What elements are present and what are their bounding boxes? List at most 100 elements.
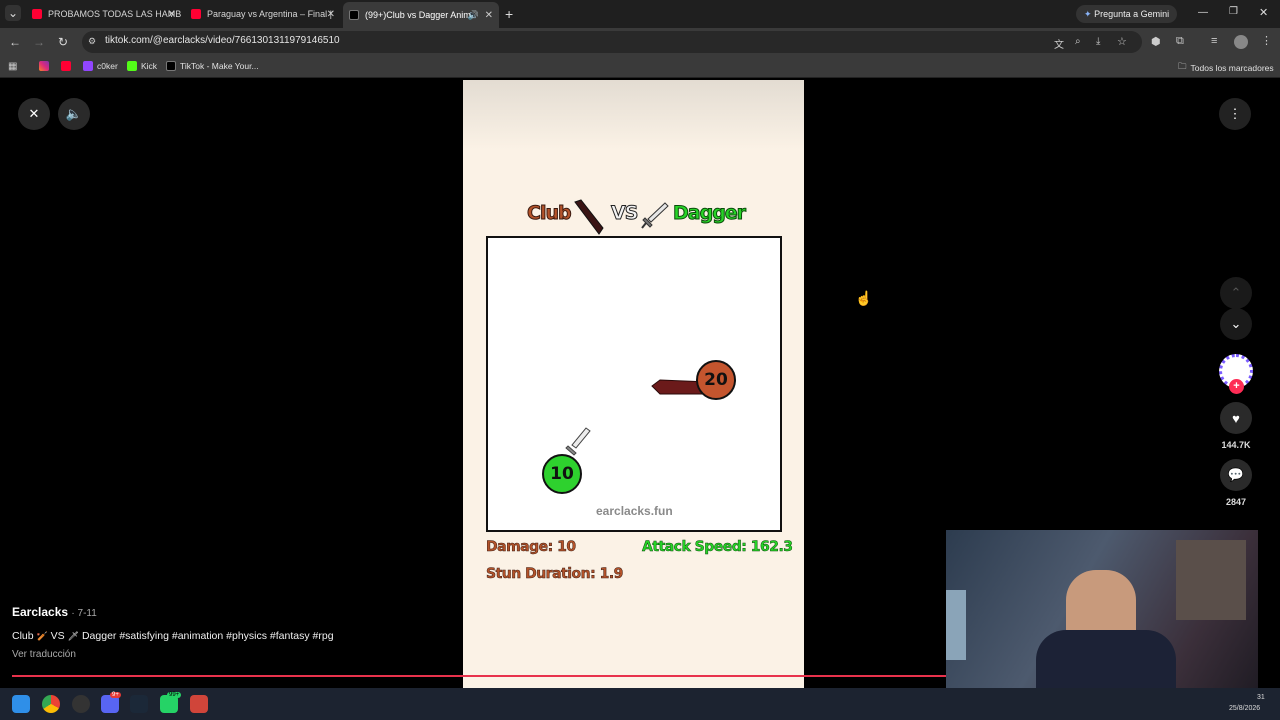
bookmark-youtube[interactable] <box>61 61 75 71</box>
bookmark-instagram[interactable] <box>39 61 53 71</box>
back-icon[interactable]: ← <box>7 34 23 50</box>
dagger-ball: 10 <box>542 454 582 494</box>
comment-icon: 💬 <box>1227 467 1245 482</box>
gemini-icon: ✦ <box>1084 9 1092 19</box>
bookmark-label: TikTok - Make Your... <box>180 61 259 71</box>
extension-icon[interactable]: ⬢ <box>1151 35 1161 48</box>
close-icon[interactable]: ✕ <box>168 9 176 20</box>
restore-button[interactable]: ❐ <box>1229 6 1238 17</box>
app-icon[interactable] <box>190 695 208 713</box>
close-icon[interactable]: ✕ <box>485 10 493 21</box>
club-emoji-icon: 🏏 <box>36 631 48 641</box>
caption-rest[interactable]: Dagger #satisfying #animation #physics #… <box>82 630 334 642</box>
hand-cursor-icon: ☝ <box>855 290 873 306</box>
previous-video-button[interactable]: ⌃ <box>1220 277 1252 309</box>
window-close-button[interactable]: ✕ <box>1259 6 1268 19</box>
post-caption: Club 🏏 VS 🗡 Dagger #satisfying #animatio… <box>12 630 334 642</box>
close-icon: ✕ <box>28 106 40 121</box>
chevron-down-icon: ⌄ <box>1230 316 1242 331</box>
club-ball: 20 <box>696 360 736 400</box>
url-text[interactable]: tiktok.com/@earclacks/video/766130131197… <box>105 35 340 46</box>
whatsapp-badge: 99+ <box>167 692 182 698</box>
dagger-weapon <box>565 427 591 456</box>
zoom-icon[interactable]: ⌕ <box>1075 36 1081 47</box>
chevron-up-icon: ⌃ <box>1230 285 1242 300</box>
reload-icon[interactable]: ↻ <box>55 34 71 50</box>
install-icon[interactable]: ⤓ <box>1096 36 1100 47</box>
dagger-title: Dagger <box>672 202 746 225</box>
folder-icon: 🗀 <box>1178 61 1187 71</box>
webcam-overlay <box>946 530 1258 706</box>
stun-duration-stat: Stun Duration: 1.9 <box>486 566 624 583</box>
tiktok-icon <box>166 61 176 71</box>
profile-avatar[interactable] <box>1234 35 1248 49</box>
menu-kebab-icon[interactable]: ⋮ <box>1261 34 1272 47</box>
bookmark-star-icon[interactable]: ☆ <box>1117 35 1127 48</box>
new-tab-button[interactable]: + <box>505 6 513 22</box>
volume-icon: 🔈 <box>65 106 83 121</box>
bookmark-tiktok[interactable]: TikTok - Make Your... <box>166 61 259 71</box>
tab-1[interactable]: PROBAMOS TODAS LAS HAMB ✕ <box>26 4 182 24</box>
author-name[interactable]: Earclacks <box>12 605 68 619</box>
follow-plus-icon[interactable]: + <box>1229 379 1244 394</box>
windows-start-icon[interactable] <box>12 695 30 713</box>
apps-grid-icon[interactable]: ▦ <box>8 61 17 72</box>
tab-3-active[interactable]: (99+)Club vs Dagger Anim 🔊 ✕ <box>343 2 499 28</box>
background-shelf <box>1176 540 1246 620</box>
close-icon[interactable]: ✕ <box>327 9 335 20</box>
bookmark-label: Kick <box>141 61 158 71</box>
speaker-icon[interactable]: 🔊 <box>468 10 479 21</box>
translate-icon[interactable]: 文 <box>1054 36 1064 51</box>
twitch-icon <box>83 61 93 71</box>
caption-vs: VS <box>50 630 65 642</box>
dagger-emoji-icon: 🗡 <box>67 631 80 641</box>
youtube-icon <box>191 9 201 19</box>
close-video-button[interactable]: ✕ <box>18 98 50 130</box>
comment-button[interactable]: 💬 <box>1220 459 1252 491</box>
club-weapon-icon <box>574 199 604 235</box>
more-options-button[interactable]: ⋮ <box>1219 98 1251 130</box>
youtube-icon <box>32 9 42 19</box>
minimize-button[interactable]: — <box>1198 7 1208 18</box>
damage-stat: Damage: 10 <box>486 539 577 556</box>
volume-button[interactable]: 🔈 <box>58 98 90 130</box>
tiktok-icon <box>349 10 359 20</box>
tab-3-title: (99+)Club vs Dagger Anim <box>365 10 471 20</box>
post-date: · 7-11 <box>71 608 97 619</box>
video-progress-bar[interactable] <box>12 675 947 677</box>
discord-badge: 9+ <box>110 692 121 698</box>
media-controls-icon[interactable]: ≡ <box>1211 35 1217 47</box>
like-count: 144.7K <box>1221 440 1251 450</box>
vs-label: VS <box>610 202 638 225</box>
watermark: earclacks.fun <box>596 504 673 518</box>
obs-icon[interactable] <box>72 695 90 713</box>
club-title: Club <box>527 202 573 225</box>
steam-icon[interactable] <box>130 695 148 713</box>
site-info-icon[interactable]: ⚙ <box>88 36 96 47</box>
like-button[interactable]: ♥ <box>1220 402 1252 434</box>
bookmark-kick[interactable]: Kick <box>127 61 157 71</box>
monitor-glow <box>946 590 966 660</box>
all-bookmarks[interactable]: 🗀 Todos los marcadores <box>1178 61 1274 75</box>
tab-2[interactable]: Paraguay vs Argentina – Final | ✕ <box>185 4 341 24</box>
post-author-line: Earclacks · 7-11 <box>12 605 97 619</box>
extensions-puzzle-icon[interactable]: ⧉ <box>1176 35 1184 48</box>
battle-arena: 20 10 earclacks.fun <box>486 236 782 532</box>
youtube-icon <box>61 61 71 71</box>
translate-link[interactable]: Ver traducción <box>12 649 76 660</box>
attack-speed-stat: Attack Speed: 162.3 <box>642 539 794 556</box>
bookmark-c0ker[interactable]: c0ker <box>83 61 118 71</box>
tab-1-title: PROBAMOS TODAS LAS HAMB <box>48 9 182 19</box>
tab-search-button[interactable]: ⌄ <box>5 5 21 21</box>
bookmark-label: c0ker <box>97 61 118 71</box>
forward-icon[interactable]: → <box>31 34 47 50</box>
tab-2-title: Paraguay vs Argentina – Final | <box>207 9 332 19</box>
gemini-label: Pregunta a Gemini <box>1094 9 1170 19</box>
heart-icon: ♥ <box>1232 410 1240 426</box>
video-player[interactable]: Club VS Dagger 20 10 earclacks.fun Damag… <box>463 80 804 688</box>
gemini-button[interactable]: ✦ Pregunta a Gemini <box>1076 5 1178 23</box>
chrome-icon[interactable] <box>42 695 60 713</box>
next-video-button[interactable]: ⌄ <box>1220 308 1252 340</box>
caption-club: Club <box>12 630 34 642</box>
all-bookmarks-label: Todos los marcadores <box>1190 63 1274 73</box>
